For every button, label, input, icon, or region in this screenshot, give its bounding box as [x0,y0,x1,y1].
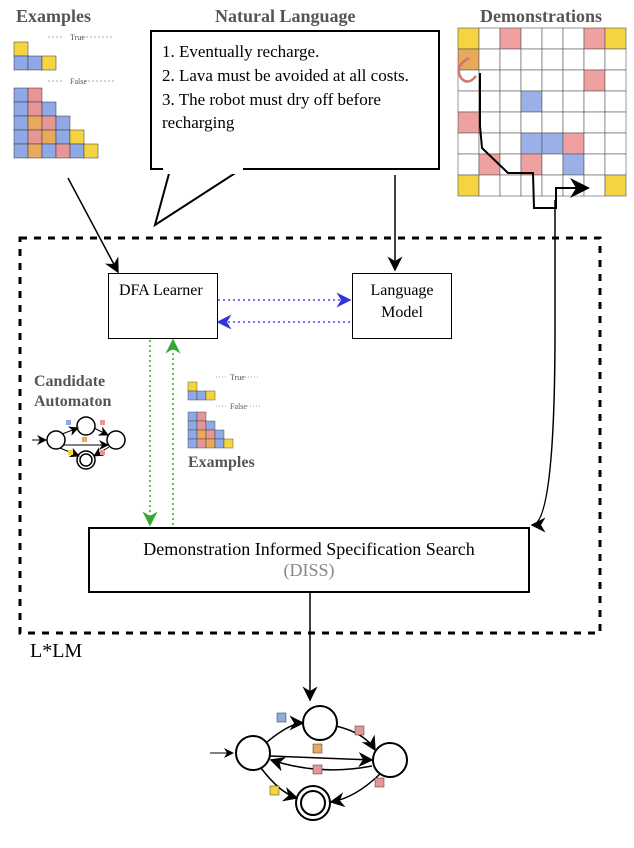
dfa-learner-box: DFA Learner [108,273,218,339]
output-automaton-diagram [210,706,407,820]
dfa-learner-label: DFA Learner [119,282,203,299]
examples-small-visual: True False [188,373,260,448]
diss-subtitle: (DISS) [98,560,520,581]
system-label: L*LM [30,640,82,663]
language-model-label: Language Model [370,282,433,321]
diss-title: Demonstration Informed Specification Sea… [98,539,520,560]
language-model-box: Language Model [352,273,452,339]
diagram-svg: True False [0,0,634,848]
diss-box: Demonstration Informed Specification Sea… [88,527,530,593]
examples-small-label: Examples [188,454,255,472]
demonstrations-grid [458,28,626,208]
candidate-automaton-label: Candidate Automaton [34,372,144,412]
candidate-automaton-diagram [32,417,125,469]
examples-top-visual: True False [14,33,114,158]
